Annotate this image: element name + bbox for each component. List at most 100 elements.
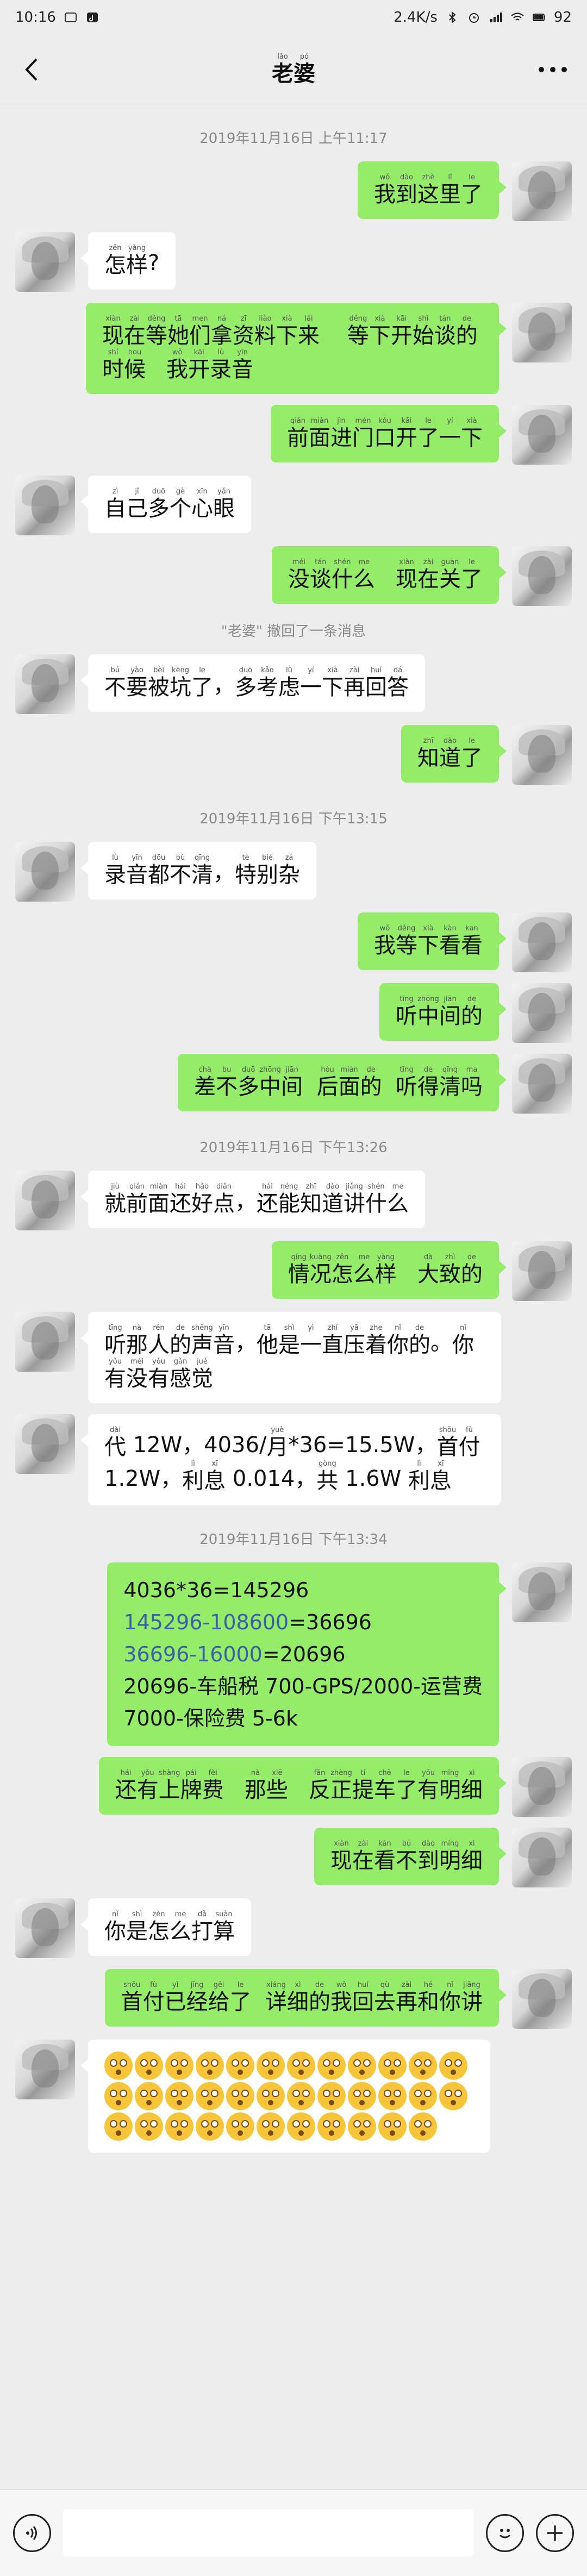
message-bubble[interactable]: wǒ 我 děng 等 xià 下 kàn 看 kan 看 — [358, 912, 507, 970]
message-bubble[interactable]: qián 前 miàn 面 jìn 进 mén 门 kǒu 口 kāi 开 le 了 yí 一 xià 下 — [271, 405, 507, 462]
hanzi-char: 我 — [330, 1990, 352, 2015]
avatar[interactable] — [15, 654, 75, 714]
message-bubble[interactable]: chà 差 bu 不 duō 多 zhōng 中 jiān 间 hòu 后 miàn 面 de 的 tīng… — [178, 1054, 507, 1111]
avatar[interactable] — [512, 303, 572, 362]
message-bubble[interactable]: lù 录 yīn 音 dōu 都 bù 不 qīng 清， tè 特 bié 别 zá 杂 — [80, 842, 316, 899]
avatar[interactable] — [15, 842, 75, 902]
hanzi-char: 什 — [331, 567, 353, 592]
hanzi-char: 一 — [439, 426, 461, 451]
avatar[interactable] — [512, 725, 572, 785]
emoji-mouth — [207, 2130, 213, 2136]
avatar[interactable] — [15, 1414, 75, 1474]
ruby-char: miàn 面 — [309, 417, 330, 451]
pinyin-annotation: zài — [401, 1981, 412, 1990]
emoji-button[interactable] — [486, 2514, 524, 2552]
phone-link[interactable]: 145296-108600 — [123, 1610, 289, 1634]
message-bubble[interactable]: shǒu 首 fù 付 yǐ 已 jīng 经 gěi 给 le 了 xiáng 详 xì 细 de 的 wǒ 我 h… — [104, 1969, 507, 2027]
pinyin-annotation: yīn — [132, 854, 142, 862]
emoji-eye — [353, 2090, 361, 2098]
message-bubble[interactable]: xiàn 现 zài 在 děng 等 tā 她 men 们 ná 拿 zī 资 liào 料 xià 下 lái 来… — [86, 303, 507, 394]
ruby-char: xià 下 — [276, 315, 298, 348]
message-bubble[interactable]: zì 自 jǐ 己 duō 多 gè 个 xīn 心 yǎn 眼 — [80, 476, 251, 533]
avatar[interactable] — [15, 2040, 75, 2100]
emoji-eye — [333, 2090, 340, 2098]
avatar[interactable] — [15, 476, 75, 535]
message-bubble[interactable]: qíng 情 kuàng 况 zěn 怎 me 么 yàng 样 dà 大 zhì 致 de 的 — [271, 1241, 507, 1299]
avatar[interactable] — [512, 1969, 572, 2029]
emoji-mouth — [390, 2130, 395, 2136]
message-bubble[interactable]: 4036*36=145296 145296-108600=36696 36696-1… — [107, 1562, 507, 1747]
message-bubble[interactable]: zhī 知 dào 道 le 了 — [401, 725, 507, 783]
message-bubble[interactable]: dài 代 12W，4036/yuè 月 *36=15.5W， shǒu 首 fù 付 1.2… — [80, 1414, 501, 1505]
message-bubble[interactable]: tīng 听 zhōng 中 jiān 间 de 的 — [379, 983, 507, 1041]
avatar[interactable] — [15, 232, 75, 292]
avatar-face — [528, 1251, 555, 1289]
emoji-eye — [110, 2059, 117, 2067]
hanzi-char: 共 — [316, 1468, 339, 1493]
flushed-face-icon — [378, 2052, 407, 2080]
phone-link[interactable]: 36696-16000 — [123, 1642, 262, 1666]
hanzi-char: 有 — [104, 1366, 126, 1391]
pinyin-annotation: zhí — [327, 1324, 338, 1332]
avatar[interactable] — [512, 1757, 572, 1817]
emoji-eye — [262, 2090, 270, 2098]
emoji-mouth — [238, 2130, 243, 2136]
message-bubble[interactable]: hái 还 yǒu 有 shàng 上 pái 牌 fèi 费 nà 那 xiē 些 fǎn 反 zhèng… — [98, 1757, 507, 1815]
avatar[interactable] — [512, 1054, 572, 1114]
message-input[interactable] — [63, 2509, 474, 2556]
pinyin-annotation: lái — [304, 315, 313, 323]
message-bubble[interactable]: méi 没 tán 谈 shén 什 me 么 xiàn 现 zài 在 guān 关 le 了 — [271, 546, 507, 604]
back-button[interactable] — [15, 53, 48, 86]
ruby-char: wǒ 我 — [330, 1981, 352, 2015]
message-bubble[interactable] — [80, 2040, 490, 2153]
hanzi-char: 吗 — [461, 1074, 483, 1099]
avatar[interactable] — [512, 983, 572, 1043]
avatar[interactable] — [15, 1312, 75, 1372]
avatar[interactable] — [512, 1828, 572, 1888]
hanzi-char: 了 — [191, 675, 213, 700]
flushed-face-icon — [104, 2112, 133, 2141]
ruby-char: yí 一 — [439, 417, 461, 451]
flushed-face-icon — [257, 2082, 285, 2111]
ruby-char: yì 一 — [300, 1324, 322, 1358]
message-bubble[interactable]: bú 不 yào 要 bèi 被 kēng 坑 le 了， duō 多 kǎo 考 lǜ 虑 yí 一 xià 下 zà… — [80, 654, 425, 712]
message-list[interactable]: 2019年11月16日 上午11:17 wǒ 我 dào 到 zhè 这 lǐ 里 le 了 zěn 怎… — [0, 104, 587, 2489]
avatar[interactable] — [15, 1898, 75, 1959]
avatar[interactable] — [512, 161, 572, 221]
more-button[interactable] — [534, 53, 572, 86]
hanzi-char: 虑 — [278, 675, 300, 700]
ruby-char: shén 什 — [365, 1183, 387, 1216]
pinyin-annotation: qián — [129, 1183, 145, 1191]
avatar[interactable] — [512, 405, 572, 465]
calc-line: 36696-16000=20696 — [123, 1639, 483, 1671]
message-bubble[interactable]: wǒ 我 dào 到 zhè 这 lǐ 里 le 了 — [358, 161, 507, 219]
message-text-segment: ， — [213, 673, 235, 698]
avatar[interactable] — [512, 1241, 572, 1301]
avatar[interactable] — [512, 912, 572, 972]
ruby-char: jué 觉 — [191, 1358, 213, 1391]
avatar[interactable] — [512, 546, 572, 606]
message-bubble[interactable]: xiàn 现 zài 在 kàn 看 bú 不 dào 到 míng 明 xì 细 — [314, 1828, 507, 1886]
ruby-char: fèi 费 — [202, 1769, 224, 1803]
message-row: tīng 听 zhōng 中 jiān 间 de 的 — [0, 983, 587, 1043]
hanzi-char: 音 — [213, 1333, 235, 1358]
pinyin-annotation: miàn — [149, 1183, 168, 1191]
message-bubble[interactable]: jiù 就 qián 前 miàn 面 hái 还 hǎo 好 diǎn 点， hái 还 néng 能 zhī… — [80, 1171, 425, 1228]
voice-button[interactable] — [13, 2514, 51, 2552]
ruby-char: yīn 音 — [232, 348, 253, 382]
message-bubble[interactable]: zěn 怎 yàng 样? — [80, 232, 176, 290]
hanzi-char: 特 — [235, 862, 257, 887]
pinyin-annotation: xì — [295, 1981, 301, 1990]
ruby-char: dōu 都 — [148, 854, 170, 887]
message-bubble[interactable]: nǐ 你 shì 是 zěn 怎 me 么 dǎ 打 suàn 算 — [80, 1898, 251, 1956]
pinyin-annotation: miàn — [310, 417, 329, 425]
hanzi-char: 关 — [439, 567, 461, 592]
plus-button[interactable] — [536, 2514, 574, 2552]
message-bubble[interactable]: tīng 听 nà 那 rén 人 de 的 shēng 声 yīn 音， tā 他 shì 是 yì 一 zhí 直… — [80, 1312, 501, 1403]
pinyin-annotation: wǒ — [172, 348, 183, 357]
hanzi-char: 费 — [202, 1778, 224, 1803]
avatar[interactable] — [15, 1171, 75, 1230]
avatar[interactable] — [512, 1562, 572, 1622]
hanzi-char: 月 — [266, 1435, 289, 1460]
hanzi-char: 现 — [102, 323, 124, 348]
